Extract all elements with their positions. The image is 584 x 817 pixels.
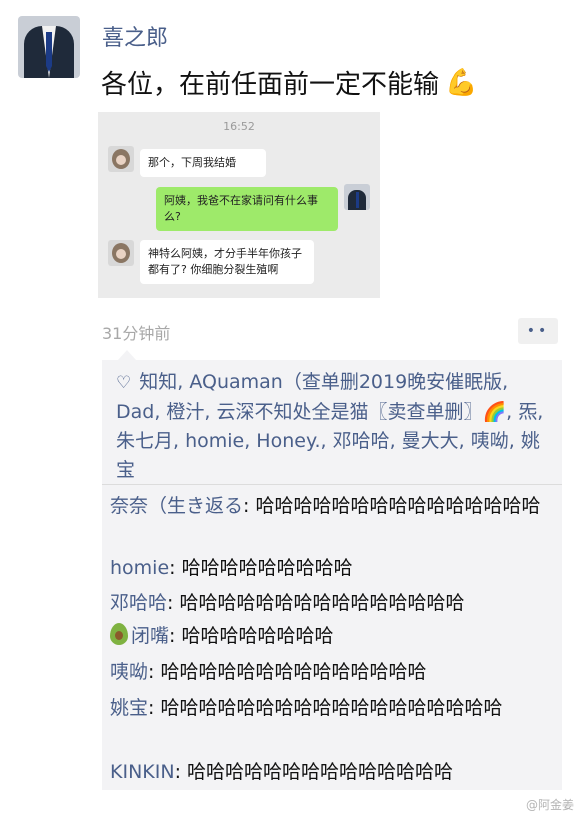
watermark: @阿金姜 [525, 798, 574, 812]
comment-text: 哈哈哈哈哈哈哈哈哈哈哈哈哈哈哈哈哈哈 [160, 697, 503, 719]
chat-time: 16:52 [223, 120, 255, 133]
likes-list: ♡ 知知, AQuaman（查单删2019晚安催眠版, Dad, 橙汁, 云深不知… [116, 368, 556, 485]
comment-text: 哈哈哈哈哈哈哈哈哈哈哈哈哈哈 [187, 761, 454, 783]
avocado-icon [110, 623, 128, 645]
panel-caret [118, 350, 136, 360]
poster-avatar[interactable] [18, 16, 80, 78]
comment-text: 哈哈哈哈哈哈哈哈哈哈哈哈哈哈哈 [255, 495, 541, 517]
comment-author[interactable]: 姚宝 [110, 697, 148, 719]
chat-avatar-left-2 [108, 240, 134, 266]
more-dots-icon: •• [526, 323, 550, 339]
comment-author[interactable]: 奈奈（生き返る [110, 495, 243, 517]
comment-item[interactable]: 邓哈哈: 哈哈哈哈哈哈哈哈哈哈哈哈哈哈哈 [110, 589, 560, 618]
chat-bubble-left: 那个，下周我结婚 [140, 149, 266, 177]
comment-author[interactable]: KINKIN [110, 761, 175, 783]
chat-avatar-right [344, 184, 370, 210]
post-text-content: 各位，在前任面前一定不能输 [101, 70, 440, 100]
more-options-button[interactable]: •• [518, 318, 558, 344]
chat-bubble-left-2: 神特么阿姨，才分手半年你孩子都有了? 你细胞分裂生殖啊 [140, 240, 314, 284]
heart-icon: ♡ [116, 373, 132, 393]
comment-item[interactable]: 奈奈（生き返る: 哈哈哈哈哈哈哈哈哈哈哈哈哈哈哈 [110, 492, 560, 521]
comment-text: 哈哈哈哈哈哈哈哈哈哈哈哈哈哈 [160, 661, 427, 683]
post-text: 各位，在前任面前一定不能输 💪 [101, 64, 477, 101]
chat-bubble-right: 阿姨，我爸不在家请问有什么事么? [156, 187, 338, 231]
comment-item[interactable]: 闭嘴: 哈哈哈哈哈哈哈哈 [110, 622, 560, 651]
post-timestamp: 31分钟前 [102, 324, 171, 343]
likes-names[interactable]: 知知, AQuaman（查单删2019晚安催眠版, Dad, 橙汁, 云深不知处… [116, 371, 543, 481]
comment-text: 哈哈哈哈哈哈哈哈哈哈哈哈哈哈哈 [179, 592, 465, 614]
comment-item[interactable]: KINKIN: 哈哈哈哈哈哈哈哈哈哈哈哈哈哈 [110, 758, 560, 787]
comment-author[interactable]: 邓哈哈 [110, 592, 167, 614]
comment-item[interactable]: homie: 哈哈哈哈哈哈哈哈哈 [110, 554, 560, 583]
comment-author[interactable]: homie [110, 557, 169, 579]
chat-avatar-left [108, 146, 134, 172]
comment-author[interactable]: 闭嘴 [131, 625, 169, 647]
comment-item[interactable]: 咦呦: 哈哈哈哈哈哈哈哈哈哈哈哈哈哈 [110, 658, 560, 687]
likes-comments-divider [102, 484, 562, 485]
flexed-bicep-icon: 💪 [445, 67, 478, 98]
poster-name[interactable]: 喜之郎 [102, 20, 168, 52]
comment-item[interactable]: 姚宝: 哈哈哈哈哈哈哈哈哈哈哈哈哈哈哈哈哈哈 [110, 694, 560, 723]
comment-text: 哈哈哈哈哈哈哈哈哈 [181, 557, 353, 579]
comment-author[interactable]: 咦呦 [110, 661, 148, 683]
avatar-tie [46, 32, 52, 72]
comment-text: 哈哈哈哈哈哈哈哈 [181, 625, 334, 647]
chat-screenshot-image[interactable]: 16:52 那个，下周我结婚 阿姨，我爸不在家请问有什么事么? 神特么阿姨，才分… [98, 112, 380, 298]
